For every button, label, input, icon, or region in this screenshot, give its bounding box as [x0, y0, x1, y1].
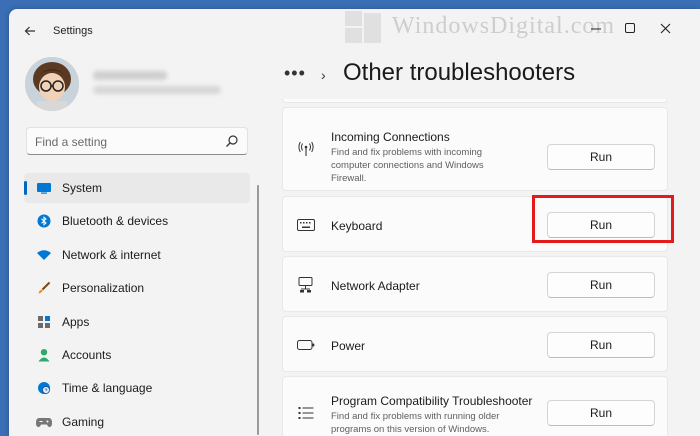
troubleshooter-power: Power Run	[282, 316, 668, 372]
user-name-redacted	[93, 71, 167, 80]
search-input[interactable]	[35, 133, 215, 150]
run-button[interactable]: Run	[547, 144, 655, 170]
troubleshooter-incoming-connections: Incoming Connections Find and fix proble…	[282, 107, 668, 191]
arrow-left-icon	[24, 26, 35, 36]
sidebar-item-label: Accounts	[62, 347, 112, 362]
troubleshooter-title: Program Compatibility Troubleshooter	[331, 394, 533, 408]
troubleshooter-network-adapter: Network Adapter Run	[282, 256, 668, 312]
sidebar-item-accounts[interactable]: Accounts	[24, 340, 250, 370]
keyboard-icon	[297, 216, 315, 234]
troubleshooter-description: Find and fix problems with incoming comp…	[331, 147, 484, 184]
sidebar-item-label: Bluetooth & devices	[62, 214, 169, 229]
highlight-box	[532, 195, 674, 243]
sidebar-item-bluetooth[interactable]: Bluetooth & devices	[24, 206, 250, 236]
sidebar-item-label: Network & internet	[62, 247, 161, 262]
person-icon	[36, 348, 52, 362]
sidebar-item-label: Personalization	[62, 281, 145, 296]
antenna-icon	[297, 140, 315, 158]
close-icon	[660, 23, 670, 33]
breadcrumb-separator: ›	[321, 67, 326, 83]
troubleshooter-program-compatibility: Program Compatibility Troubleshooter Fin…	[282, 376, 668, 436]
list-item-partial	[282, 99, 668, 103]
apps-icon	[36, 315, 52, 329]
maximize-icon	[625, 23, 635, 33]
back-button[interactable]	[19, 21, 41, 41]
troubleshooter-description: Find and fix problems with running older…	[331, 411, 500, 435]
close-button[interactable]	[652, 17, 678, 39]
sidebar-item-apps[interactable]: Apps	[24, 307, 250, 337]
sidebar-item-label: Time & language	[62, 381, 153, 396]
avatar-image	[25, 57, 79, 111]
sidebar-item-time-language[interactable]: Time & language	[24, 373, 250, 403]
sidebar-item-personalization[interactable]: Personalization	[24, 273, 250, 303]
watermark-logo	[345, 11, 385, 45]
troubleshooter-title: Keyboard	[331, 219, 383, 233]
battery-icon	[297, 336, 315, 354]
run-button[interactable]: Run	[547, 400, 655, 426]
minimize-icon	[590, 27, 601, 30]
brush-icon	[36, 281, 52, 295]
troubleshooter-title: Incoming Connections	[331, 130, 450, 144]
search-icon[interactable]	[225, 134, 239, 148]
watermark: WindowsDigital.com	[392, 13, 616, 39]
run-button[interactable]: Run	[547, 332, 655, 358]
avatar[interactable]	[25, 57, 79, 111]
globe-clock-icon	[36, 381, 52, 395]
settings-window: Settings WindowsDigital.com Find a setti…	[9, 9, 700, 436]
bluetooth-icon	[36, 214, 52, 228]
troubleshooter-title: Network Adapter	[331, 279, 420, 293]
sidebar-nav: System Bluetooth & devices Network & int…	[24, 173, 250, 436]
run-button[interactable]: Run	[547, 272, 655, 298]
list-icon	[297, 404, 315, 422]
user-email-redacted	[93, 86, 221, 94]
page-title: Other troubleshooters	[343, 59, 576, 86]
title-bar: Settings WindowsDigital.com	[9, 9, 700, 53]
sidebar-item-label: Gaming	[62, 414, 105, 429]
maximize-button[interactable]	[617, 17, 643, 39]
troubleshooter-title: Power	[331, 339, 366, 353]
sidebar-item-label: Apps	[62, 314, 90, 329]
minimize-button[interactable]	[583, 17, 609, 39]
sidebar-item-network[interactable]: Network & internet	[24, 240, 250, 270]
gamepad-icon	[36, 415, 52, 429]
sidebar-scrollbar[interactable]	[257, 185, 259, 435]
monitor-icon	[36, 181, 52, 195]
network-pc-icon	[297, 276, 315, 294]
search-box[interactable]	[26, 127, 248, 155]
sidebar-item-system[interactable]: System	[24, 173, 250, 203]
wifi-icon	[36, 248, 52, 262]
sidebar-item-label: System	[62, 181, 103, 195]
breadcrumb-more[interactable]: •••	[284, 63, 306, 84]
app-title: Settings	[53, 25, 93, 37]
sidebar-item-gaming[interactable]: Gaming	[24, 407, 250, 436]
